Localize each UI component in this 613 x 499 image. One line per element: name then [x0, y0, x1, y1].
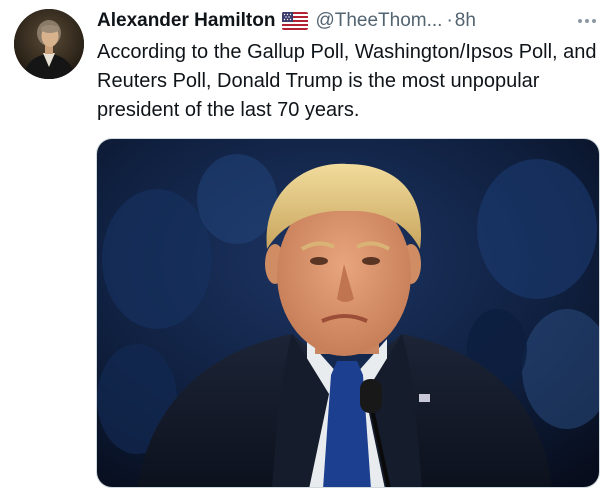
us-flag-icon: [282, 12, 309, 30]
author-handle[interactable]: @TheeThom...: [315, 10, 442, 32]
tweet-text: According to the Gallup Poll, Washington…: [97, 41, 597, 121]
author-name[interactable]: Alexander Hamilton: [97, 10, 275, 32]
timestamp[interactable]: 8h: [455, 10, 476, 32]
separator-dot: ·: [446, 10, 453, 31]
tweet[interactable]: Alexander Hamilton @TheeThom... · 8h Acc…: [0, 0, 613, 499]
author-avatar[interactable]: [14, 9, 84, 79]
tweet-header: Alexander Hamilton @TheeThom... · 8h: [97, 8, 602, 34]
photo-image: [97, 139, 599, 487]
portrait-avatar-image: [14, 9, 84, 79]
more-options-icon[interactable]: [572, 10, 602, 32]
tweet-media-photo[interactable]: [96, 138, 600, 488]
